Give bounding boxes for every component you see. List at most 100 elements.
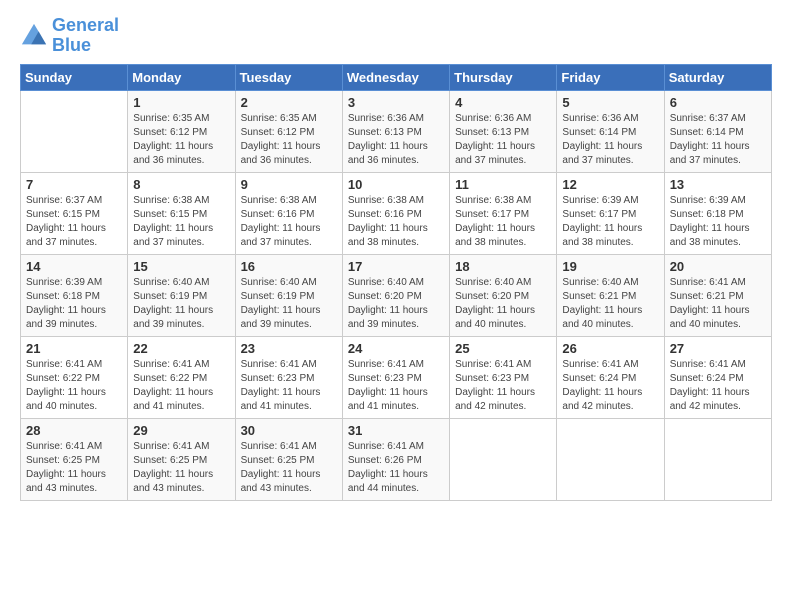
day-cell: 17Sunrise: 6:40 AM Sunset: 6:20 PM Dayli… [342, 254, 449, 336]
day-info: Sunrise: 6:41 AM Sunset: 6:22 PM Dayligh… [133, 358, 229, 414]
day-info: Sunrise: 6:41 AM Sunset: 6:23 PM Dayligh… [455, 358, 551, 414]
day-cell [664, 418, 771, 500]
day-info: Sunrise: 6:37 AM Sunset: 6:15 PM Dayligh… [26, 194, 122, 250]
day-info: Sunrise: 6:38 AM Sunset: 6:15 PM Dayligh… [133, 194, 229, 250]
day-cell: 12Sunrise: 6:39 AM Sunset: 6:17 PM Dayli… [557, 172, 664, 254]
day-cell: 9 Sunrise: 6:38 AM Sunset: 6:16 PM Daylig… [235, 172, 342, 254]
day-cell: 29 Sunrise: 6:41 AM Sunset: 6:25 PM Dayli… [128, 418, 235, 500]
day-cell: 28 Sunrise: 6:41 AM Sunset: 6:25 PM Dayli… [21, 418, 128, 500]
day-cell: 5 Sunrise: 6:36 AM Sunset: 6:14 PM Daylig… [557, 90, 664, 172]
day-info: Sunrise: 6:38 AM Sunset: 6:16 PM Dayligh… [348, 194, 444, 250]
day-cell: 26 Sunrise: 6:41 AM Sunset: 6:24 PM Dayli… [557, 336, 664, 418]
day-number: 29 [133, 423, 229, 438]
header-sunday: Sunday [21, 64, 128, 90]
day-number: 11 [455, 177, 551, 192]
day-number: 7 [26, 177, 122, 192]
day-info: Sunrise: 6:41 AM Sunset: 6:25 PM Dayligh… [26, 440, 122, 496]
calendar-header-row: SundayMondayTuesdayWednesdayThursdayFrid… [21, 64, 772, 90]
day-cell [21, 90, 128, 172]
day-cell: 11Sunrise: 6:38 AM Sunset: 6:17 PM Dayli… [450, 172, 557, 254]
day-number: 13 [670, 177, 766, 192]
week-row-1: 1 Sunrise: 6:35 AM Sunset: 6:12 PM Daylig… [21, 90, 772, 172]
day-number: 6 [670, 95, 766, 110]
day-number: 19 [562, 259, 658, 274]
week-row-3: 14Sunrise: 6:39 AM Sunset: 6:18 PM Dayli… [21, 254, 772, 336]
day-info: Sunrise: 6:41 AM Sunset: 6:24 PM Dayligh… [562, 358, 658, 414]
header-monday: Monday [128, 64, 235, 90]
day-cell: 24 Sunrise: 6:41 AM Sunset: 6:23 PM Dayli… [342, 336, 449, 418]
day-info: Sunrise: 6:41 AM Sunset: 6:23 PM Dayligh… [348, 358, 444, 414]
day-cell: 6 Sunrise: 6:37 AM Sunset: 6:14 PM Daylig… [664, 90, 771, 172]
day-number: 2 [241, 95, 337, 110]
day-number: 5 [562, 95, 658, 110]
day-number: 27 [670, 341, 766, 356]
week-row-4: 21 Sunrise: 6:41 AM Sunset: 6:22 PM Dayli… [21, 336, 772, 418]
day-cell: 30 Sunrise: 6:41 AM Sunset: 6:25 PM Dayli… [235, 418, 342, 500]
day-info: Sunrise: 6:41 AM Sunset: 6:25 PM Dayligh… [133, 440, 229, 496]
day-number: 28 [26, 423, 122, 438]
day-number: 24 [348, 341, 444, 356]
day-number: 31 [348, 423, 444, 438]
day-cell: 20 Sunrise: 6:41 AM Sunset: 6:21 PM Dayli… [664, 254, 771, 336]
day-info: Sunrise: 6:41 AM Sunset: 6:21 PM Dayligh… [670, 276, 766, 332]
logo-text: General Blue [52, 16, 119, 56]
day-number: 16 [241, 259, 337, 274]
header-friday: Friday [557, 64, 664, 90]
day-number: 10 [348, 177, 444, 192]
day-cell: 18 Sunrise: 6:40 AM Sunset: 6:20 PM Dayli… [450, 254, 557, 336]
week-row-2: 7 Sunrise: 6:37 AM Sunset: 6:15 PM Daylig… [21, 172, 772, 254]
day-number: 20 [670, 259, 766, 274]
logo-icon [20, 22, 48, 50]
day-cell: 7 Sunrise: 6:37 AM Sunset: 6:15 PM Daylig… [21, 172, 128, 254]
day-cell: 21 Sunrise: 6:41 AM Sunset: 6:22 PM Dayli… [21, 336, 128, 418]
day-info: Sunrise: 6:38 AM Sunset: 6:16 PM Dayligh… [241, 194, 337, 250]
day-cell [557, 418, 664, 500]
day-info: Sunrise: 6:41 AM Sunset: 6:23 PM Dayligh… [241, 358, 337, 414]
day-number: 4 [455, 95, 551, 110]
day-cell: 23Sunrise: 6:41 AM Sunset: 6:23 PM Dayli… [235, 336, 342, 418]
header-thursday: Thursday [450, 64, 557, 90]
day-cell: 10 Sunrise: 6:38 AM Sunset: 6:16 PM Dayli… [342, 172, 449, 254]
day-cell: 2Sunrise: 6:35 AM Sunset: 6:12 PM Daylig… [235, 90, 342, 172]
day-cell: 22 Sunrise: 6:41 AM Sunset: 6:22 PM Dayli… [128, 336, 235, 418]
day-cell: 8 Sunrise: 6:38 AM Sunset: 6:15 PM Daylig… [128, 172, 235, 254]
day-info: Sunrise: 6:39 AM Sunset: 6:18 PM Dayligh… [26, 276, 122, 332]
day-number: 1 [133, 95, 229, 110]
day-info: Sunrise: 6:41 AM Sunset: 6:26 PM Dayligh… [348, 440, 444, 496]
day-cell: 19 Sunrise: 6:40 AM Sunset: 6:21 PM Dayli… [557, 254, 664, 336]
day-cell [450, 418, 557, 500]
day-info: Sunrise: 6:40 AM Sunset: 6:21 PM Dayligh… [562, 276, 658, 332]
day-cell: 4 Sunrise: 6:36 AM Sunset: 6:13 PM Daylig… [450, 90, 557, 172]
day-info: Sunrise: 6:36 AM Sunset: 6:14 PM Dayligh… [562, 112, 658, 168]
header-saturday: Saturday [664, 64, 771, 90]
day-info: Sunrise: 6:41 AM Sunset: 6:25 PM Dayligh… [241, 440, 337, 496]
day-info: Sunrise: 6:41 AM Sunset: 6:22 PM Dayligh… [26, 358, 122, 414]
day-cell: 14Sunrise: 6:39 AM Sunset: 6:18 PM Dayli… [21, 254, 128, 336]
day-number: 15 [133, 259, 229, 274]
day-number: 26 [562, 341, 658, 356]
day-cell: 25 Sunrise: 6:41 AM Sunset: 6:23 PM Dayli… [450, 336, 557, 418]
day-info: Sunrise: 6:40 AM Sunset: 6:20 PM Dayligh… [455, 276, 551, 332]
day-cell: 3Sunrise: 6:36 AM Sunset: 6:13 PM Daylig… [342, 90, 449, 172]
day-cell: 15Sunrise: 6:40 AM Sunset: 6:19 PM Dayli… [128, 254, 235, 336]
header: General Blue [20, 16, 772, 56]
day-info: Sunrise: 6:35 AM Sunset: 6:12 PM Dayligh… [133, 112, 229, 168]
day-number: 9 [241, 177, 337, 192]
day-cell: 16 Sunrise: 6:40 AM Sunset: 6:19 PM Dayli… [235, 254, 342, 336]
day-number: 8 [133, 177, 229, 192]
day-info: Sunrise: 6:40 AM Sunset: 6:19 PM Dayligh… [241, 276, 337, 332]
day-number: 25 [455, 341, 551, 356]
day-cell: 1 Sunrise: 6:35 AM Sunset: 6:12 PM Daylig… [128, 90, 235, 172]
header-wednesday: Wednesday [342, 64, 449, 90]
day-number: 21 [26, 341, 122, 356]
logo: General Blue [20, 16, 119, 56]
day-info: Sunrise: 6:37 AM Sunset: 6:14 PM Dayligh… [670, 112, 766, 168]
day-number: 30 [241, 423, 337, 438]
day-number: 22 [133, 341, 229, 356]
calendar-table: SundayMondayTuesdayWednesdayThursdayFrid… [20, 64, 772, 501]
day-number: 18 [455, 259, 551, 274]
day-info: Sunrise: 6:36 AM Sunset: 6:13 PM Dayligh… [455, 112, 551, 168]
day-info: Sunrise: 6:41 AM Sunset: 6:24 PM Dayligh… [670, 358, 766, 414]
day-cell: 27 Sunrise: 6:41 AM Sunset: 6:24 PM Dayli… [664, 336, 771, 418]
day-cell: 31 Sunrise: 6:41 AM Sunset: 6:26 PM Dayli… [342, 418, 449, 500]
